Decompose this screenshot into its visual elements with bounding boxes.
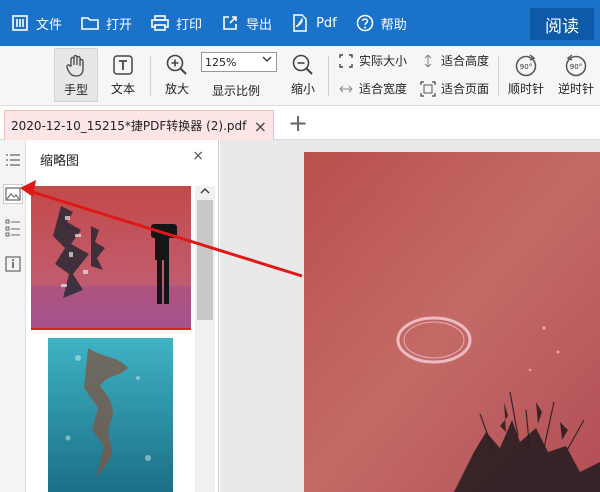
toolbar-divider: [328, 56, 329, 96]
add-tab-icon[interactable]: +: [288, 111, 308, 135]
folder-icon: [80, 13, 100, 33]
rotate-clockwise-button[interactable]: 90° 顺时针: [504, 52, 548, 97]
help-icon: [355, 13, 375, 33]
rotate-counterclockwise-icon: 90°: [563, 52, 589, 78]
page-thumbnail-2-image: [48, 338, 173, 492]
zoom-in-label: 放大: [164, 82, 189, 96]
bookmark-list-icon[interactable]: [3, 150, 23, 170]
tab-close-icon[interactable]: ×: [254, 117, 267, 136]
hand-tool-label: 手型: [63, 83, 88, 97]
thumbnail-panel: 缩略图 ×: [26, 140, 219, 492]
info-icon[interactable]: [3, 254, 23, 274]
menu-print[interactable]: 打印: [140, 0, 210, 46]
thumbnail-scrollbar[interactable]: [195, 186, 215, 492]
document-tab-bar: 2020-12-10_15215*捷PDF转换器 (2).pdf × +: [0, 106, 600, 140]
zoom-out-label: 缩小: [290, 82, 315, 96]
menu-pdf-label: Pdf: [316, 15, 337, 31]
menu-pdf[interactable]: Pdf: [280, 0, 345, 46]
rotate-clockwise-label: 顺时针: [507, 82, 544, 96]
text-tool-label: 文本: [110, 82, 135, 96]
fit-width-button[interactable]: 适合宽度: [338, 80, 407, 97]
outline-tree-icon[interactable]: [3, 218, 23, 238]
rotate-cw-badge: 90°: [520, 63, 532, 71]
menu-help[interactable]: 帮助: [345, 0, 415, 46]
document-view[interactable]: [220, 140, 600, 492]
fit-page-button[interactable]: 适合页面: [420, 80, 489, 97]
page-thumbnail-1[interactable]: [31, 186, 191, 330]
rotate-counterclockwise-button[interactable]: 90° 逆时针: [554, 52, 598, 97]
toolbar-divider: [150, 56, 151, 96]
thumbnail-panel-title: 缩略图: [40, 154, 80, 169]
menu-open[interactable]: 打开: [70, 0, 140, 46]
pdf-page-image: [304, 152, 600, 492]
text-tool-icon: [110, 52, 136, 78]
zoom-out-button[interactable]: 缩小: [286, 52, 320, 97]
scroll-up-icon[interactable]: [199, 186, 211, 199]
document-tab-title: 2020-12-10_15215*捷PDF转换器 (2).pdf: [11, 119, 247, 133]
text-tool-button[interactable]: 文本: [106, 52, 140, 97]
actual-size-icon: [338, 53, 354, 69]
menu-bar: 文件 打开 打印 导出 Pdf 帮助 阅读: [0, 0, 600, 46]
menu-help-label: 帮助: [380, 17, 407, 33]
scrollbar-thumb[interactable]: [197, 200, 213, 320]
rotate-counterclockwise-label: 逆时针: [557, 82, 594, 96]
toolbar-divider: [498, 56, 499, 96]
menu-print-label: 打印: [176, 17, 203, 33]
actual-size-button[interactable]: 实际大小: [338, 52, 407, 69]
zoom-in-icon: [164, 52, 190, 78]
page-thumbnail-2[interactable]: [48, 338, 173, 492]
fit-width-icon: [338, 81, 354, 97]
rotate-clockwise-icon: 90°: [513, 52, 539, 78]
file-icon: [10, 13, 30, 33]
menu-export-label: 导出: [246, 17, 273, 33]
menu-file-label: 文件: [36, 17, 63, 33]
pdf-icon: [290, 13, 310, 33]
fit-width-label: 适合宽度: [359, 82, 408, 96]
pdf-page: [304, 152, 600, 492]
page-thumbnail-1-image: [31, 186, 191, 328]
read-mode-button[interactable]: 阅读: [530, 8, 594, 40]
side-icon-strip: [0, 140, 26, 492]
chevron-down-icon: [262, 55, 272, 66]
zoom-out-icon: [290, 52, 316, 78]
fit-height-icon: [420, 53, 436, 69]
hand-tool-button[interactable]: 手型: [54, 48, 98, 102]
zoom-in-button[interactable]: 放大: [160, 52, 194, 97]
export-icon: [220, 13, 240, 33]
toolbar: 手型 文本 放大 125% 显示比例 缩小 实际大小 适合宽度 适合高度 适合页…: [0, 46, 600, 106]
fit-page-icon: [420, 80, 436, 97]
thumbnail-panel-close-icon[interactable]: ×: [192, 148, 204, 164]
document-tab[interactable]: 2020-12-10_15215*捷PDF转换器 (2).pdf ×: [4, 110, 274, 140]
menu-open-label: 打开: [106, 17, 133, 33]
fit-page-label: 适合页面: [441, 82, 490, 96]
rotate-ccw-badge: 90°: [570, 63, 582, 71]
printer-icon: [150, 13, 170, 33]
zoom-ratio-select[interactable]: 125%: [201, 52, 277, 72]
hand-icon: [63, 53, 89, 79]
fit-height-button[interactable]: 适合高度: [420, 52, 489, 69]
actual-size-label: 实际大小: [359, 54, 408, 68]
thumbnail-view-icon[interactable]: [3, 184, 23, 204]
zoom-ratio-value: 125%: [205, 55, 237, 69]
zoom-ratio-label: 显示比例: [212, 84, 261, 98]
menu-file[interactable]: 文件: [0, 0, 70, 46]
menu-export[interactable]: 导出: [210, 0, 280, 46]
fit-height-label: 适合高度: [441, 54, 490, 68]
